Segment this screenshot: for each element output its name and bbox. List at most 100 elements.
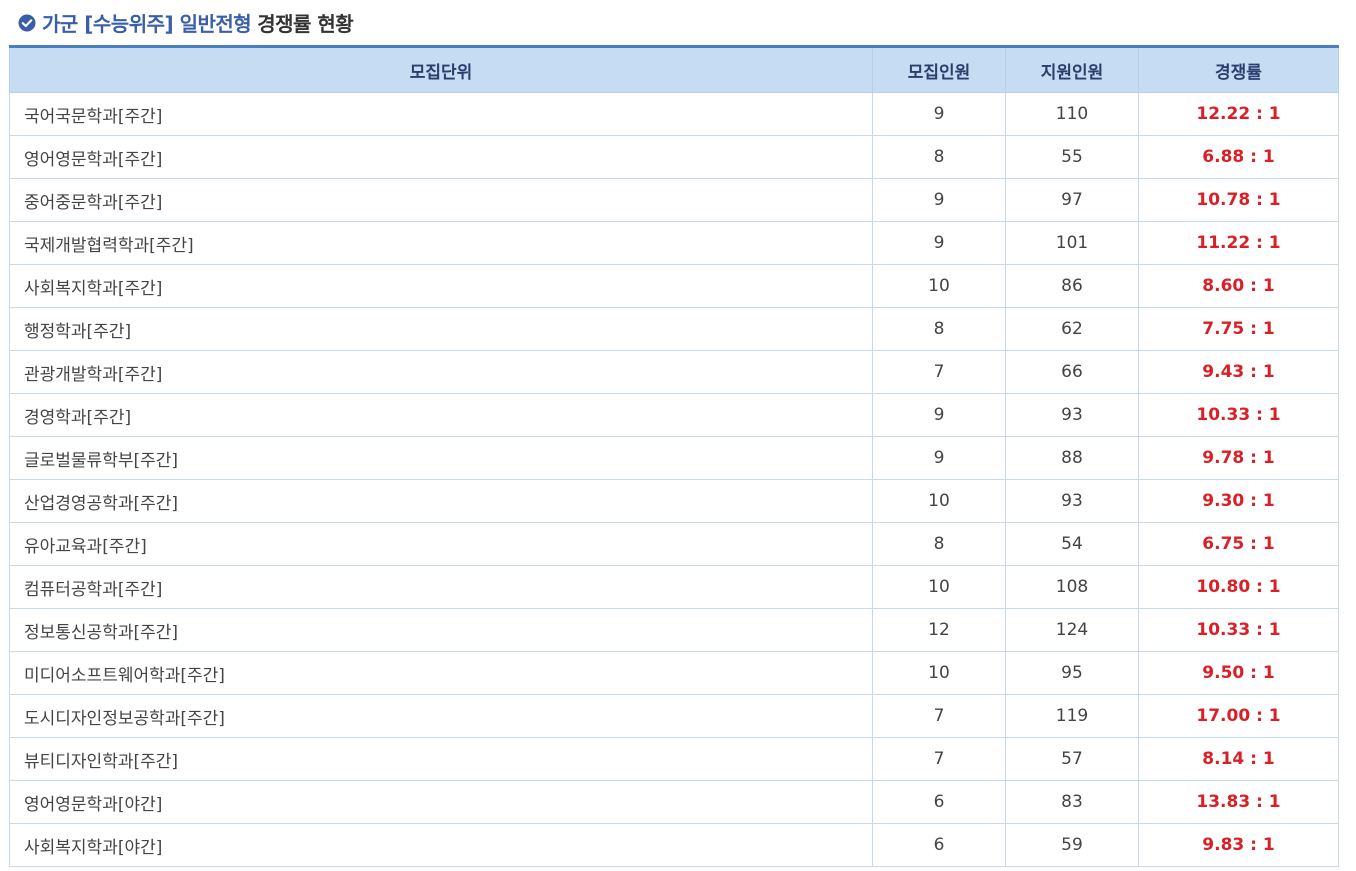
applicants-cell: 66 (1005, 350, 1139, 394)
rate-cell: 6.88 : 1 (1138, 135, 1339, 179)
competition-table: 모집단위 모집인원 지원인원 경쟁률 국어국문학과[주간] 9 110 12.22 :… (9, 45, 1339, 867)
rate-cell: 9.30 : 1 (1138, 479, 1339, 523)
table-row: 행정학과[주간] 8 62 7.75 : 1 (9, 307, 1339, 351)
table-row: 국제개발협력학과[주간] 9 101 11.22 : 1 (9, 221, 1339, 265)
rate-cell: 7.75 : 1 (1138, 307, 1339, 351)
quota-cell: 10 (872, 565, 1006, 609)
table-row: 사회복지학과[주간] 10 86 8.60 : 1 (9, 264, 1339, 308)
applicants-cell: 93 (1005, 479, 1139, 523)
table-row: 사회복지학과[야간] 6 59 9.83 : 1 (9, 823, 1339, 867)
table-row: 정보통신공학과[주간] 12 124 10.33 : 1 (9, 608, 1339, 652)
applicants-cell: 62 (1005, 307, 1139, 351)
quota-cell: 10 (872, 651, 1006, 695)
table-body: 국어국문학과[주간] 9 110 12.22 : 1 영어영문학과[주간] 8 55 6.88… (9, 92, 1339, 867)
title-accent-text: 가군 [수능위주] 일반전형 (42, 11, 252, 36)
quota-cell: 8 (872, 522, 1006, 566)
rate-cell: 10.78 : 1 (1138, 178, 1339, 222)
rate-cell: 10.33 : 1 (1138, 393, 1339, 437)
table-row: 영어영문학과[주간] 8 55 6.88 : 1 (9, 135, 1339, 179)
applicants-cell: 86 (1005, 264, 1139, 308)
unit-cell: 산업경영공학과[주간] (9, 479, 873, 523)
applicants-cell: 124 (1005, 608, 1139, 652)
competition-table-container: 모집단위 모집인원 지원인원 경쟁률 국어국문학과[주간] 9 110 12.22 :… (9, 45, 1339, 867)
quota-cell: 10 (872, 479, 1006, 523)
table-row: 미디어소프트웨어학과[주간] 10 95 9.50 : 1 (9, 651, 1339, 695)
quota-cell: 9 (872, 436, 1006, 480)
applicants-cell: 55 (1005, 135, 1139, 179)
table-row: 뷰티디자인학과[주간] 7 57 8.14 : 1 (9, 737, 1339, 781)
rate-cell: 6.75 : 1 (1138, 522, 1339, 566)
applicants-cell: 57 (1005, 737, 1139, 781)
quota-cell: 9 (872, 221, 1006, 265)
rate-cell: 9.78 : 1 (1138, 436, 1339, 480)
applicants-cell: 119 (1005, 694, 1139, 738)
rate-cell: 9.50 : 1 (1138, 651, 1339, 695)
rate-cell: 13.83 : 1 (1138, 780, 1339, 824)
applicants-cell: 93 (1005, 393, 1139, 437)
table-row: 경영학과[주간] 9 93 10.33 : 1 (9, 393, 1339, 437)
unit-cell: 행정학과[주간] (9, 307, 873, 351)
quota-cell: 7 (872, 694, 1006, 738)
unit-cell: 사회복지학과[야간] (9, 823, 873, 867)
unit-cell: 경영학과[주간] (9, 393, 873, 437)
quota-cell: 9 (872, 178, 1006, 222)
table-row: 국어국문학과[주간] 9 110 12.22 : 1 (9, 92, 1339, 136)
quota-cell: 6 (872, 780, 1006, 824)
rate-cell: 12.22 : 1 (1138, 92, 1339, 136)
rate-cell: 10.33 : 1 (1138, 608, 1339, 652)
check-circle-icon (18, 13, 36, 32)
quota-cell: 10 (872, 264, 1006, 308)
applicants-cell: 83 (1005, 780, 1139, 824)
rate-cell: 9.43 : 1 (1138, 350, 1339, 394)
unit-cell: 국어국문학과[주간] (9, 92, 873, 136)
rate-cell: 8.14 : 1 (1138, 737, 1339, 781)
table-row: 산업경영공학과[주간] 10 93 9.30 : 1 (9, 479, 1339, 523)
applicants-cell: 88 (1005, 436, 1139, 480)
unit-cell: 정보통신공학과[주간] (9, 608, 873, 652)
quota-cell: 12 (872, 608, 1006, 652)
table-header-row: 모집단위 모집인원 지원인원 경쟁률 (9, 46, 1339, 93)
applicants-cell: 54 (1005, 522, 1139, 566)
table-row: 영어영문학과[야간] 6 83 13.83 : 1 (9, 780, 1339, 824)
unit-cell: 글로벌물류학부[주간] (9, 436, 873, 480)
unit-cell: 컴퓨터공학과[주간] (9, 565, 873, 609)
applicants-cell: 110 (1005, 92, 1139, 136)
applicants-cell: 97 (1005, 178, 1139, 222)
rate-cell: 9.83 : 1 (1138, 823, 1339, 867)
rate-cell: 11.22 : 1 (1138, 221, 1339, 265)
quota-cell: 7 (872, 737, 1006, 781)
unit-cell: 뷰티디자인학과[주간] (9, 737, 873, 781)
rate-cell: 17.00 : 1 (1138, 694, 1339, 738)
table-row: 컴퓨터공학과[주간] 10 108 10.80 : 1 (9, 565, 1339, 609)
quota-cell: 9 (872, 92, 1006, 136)
header-applicants: 지원인원 (1005, 46, 1139, 93)
rate-cell: 10.80 : 1 (1138, 565, 1339, 609)
table-row: 중어중문학과[주간] 9 97 10.78 : 1 (9, 178, 1339, 222)
unit-cell: 영어영문학과[주간] (9, 135, 873, 179)
title-rest-text: 경쟁률 현황 (257, 11, 354, 36)
rate-cell: 8.60 : 1 (1138, 264, 1339, 308)
quota-cell: 8 (872, 135, 1006, 179)
header-quota: 모집인원 (872, 46, 1006, 93)
page-title: 가군 [수능위주] 일반전형 경쟁률 현황 (18, 8, 354, 36)
applicants-cell: 95 (1005, 651, 1139, 695)
header-rate: 경쟁률 (1138, 46, 1339, 93)
unit-cell: 도시디자인정보공학과[주간] (9, 694, 873, 738)
table-header: 모집단위 모집인원 지원인원 경쟁률 (9, 46, 1339, 93)
quota-cell: 7 (872, 350, 1006, 394)
unit-cell: 관광개발학과[주간] (9, 350, 873, 394)
applicants-cell: 101 (1005, 221, 1139, 265)
unit-cell: 영어영문학과[야간] (9, 780, 873, 824)
applicants-cell: 59 (1005, 823, 1139, 867)
quota-cell: 6 (872, 823, 1006, 867)
header-unit: 모집단위 (9, 46, 873, 93)
applicants-cell: 108 (1005, 565, 1139, 609)
table-row: 글로벌물류학부[주간] 9 88 9.78 : 1 (9, 436, 1339, 480)
quota-cell: 8 (872, 307, 1006, 351)
unit-cell: 유아교육과[주간] (9, 522, 873, 566)
table-row: 유아교육과[주간] 8 54 6.75 : 1 (9, 522, 1339, 566)
unit-cell: 미디어소프트웨어학과[주간] (9, 651, 873, 695)
unit-cell: 국제개발협력학과[주간] (9, 221, 873, 265)
unit-cell: 사회복지학과[주간] (9, 264, 873, 308)
quota-cell: 9 (872, 393, 1006, 437)
